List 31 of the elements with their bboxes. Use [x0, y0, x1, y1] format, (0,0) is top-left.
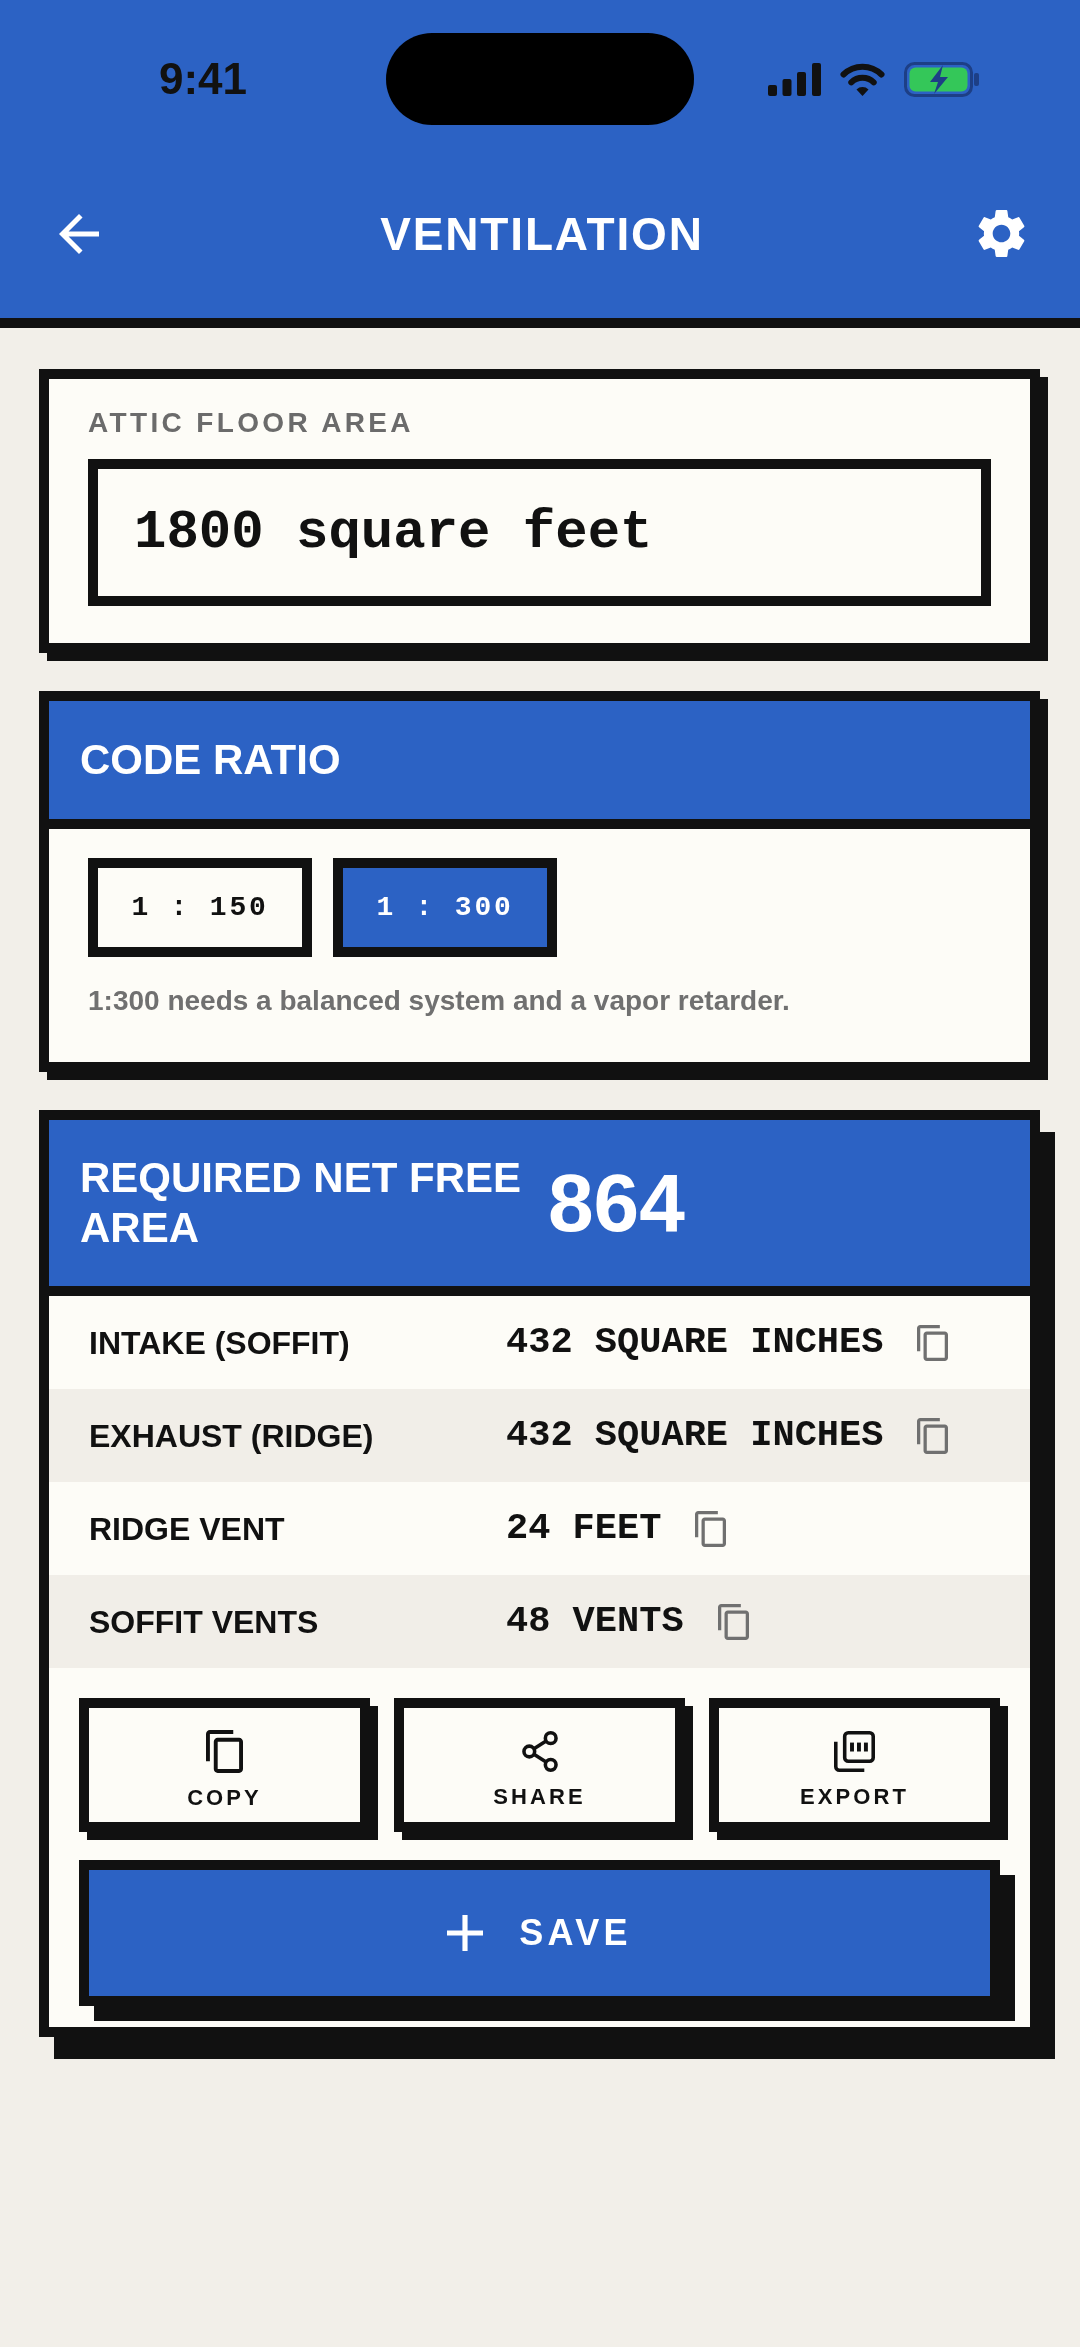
- settings-icon[interactable]: [978, 209, 1025, 258]
- row-label: SOFFIT VENTS: [89, 1605, 319, 1638]
- row-value: 48 VENTS: [506, 1603, 684, 1640]
- area-input[interactable]: 1800 square feet: [88, 459, 991, 606]
- ratio-option[interactable]: 1 : 300: [333, 858, 557, 957]
- share-icon: [521, 1730, 558, 1772]
- screen-title: VENTILATION: [380, 210, 704, 257]
- signal-icon: [767, 62, 821, 96]
- ratio-note: 1:300 needs a balanced system and a vapor retarder.: [88, 984, 791, 1018]
- wifi-icon: [838, 62, 886, 96]
- result-value: 864: [548, 1162, 685, 1244]
- copy-icon: [206, 1729, 243, 1773]
- row-label: INTAKE (SOFFIT): [89, 1326, 350, 1359]
- row-value: 432 SQUARE INCHES: [506, 1324, 884, 1361]
- copy-icon[interactable]: [717, 1603, 749, 1640]
- plus-icon: [447, 1915, 484, 1951]
- row-value: 432 SQUARE INCHES: [506, 1417, 884, 1454]
- battery-charging-icon: [903, 61, 979, 97]
- copy-icon[interactable]: [917, 1324, 949, 1361]
- row-label: EXHAUST (RIDGE): [89, 1419, 374, 1452]
- document-stack-icon: [834, 1730, 875, 1772]
- field-label: ATTIC FLOOR AREA: [88, 407, 415, 439]
- card-title: CODE RATIO: [80, 739, 341, 781]
- back-arrow-icon[interactable]: [59, 213, 99, 254]
- row-label: RIDGE VENT: [89, 1512, 285, 1545]
- result-title: REQUIRED NET FREE AREA: [80, 1153, 523, 1253]
- row-value: 24 FEET: [506, 1510, 662, 1547]
- status-time: 9:41: [158, 57, 248, 101]
- copy-icon[interactable]: [695, 1510, 727, 1547]
- copy-icon[interactable]: [917, 1417, 949, 1454]
- ratio-option[interactable]: 1 : 150: [88, 858, 312, 957]
